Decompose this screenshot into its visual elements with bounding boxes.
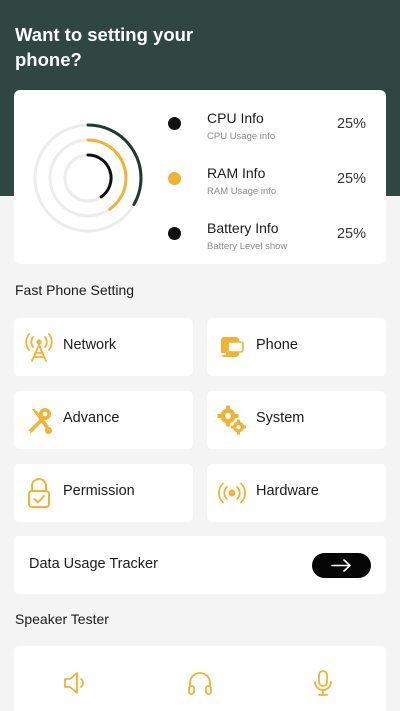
speaker-tester-card [14,646,386,711]
lock-check-icon [28,478,50,508]
tile-label: Hardware [256,483,319,499]
section-title-fast-setting: Fast Phone Setting [15,282,135,298]
broadcast-icon [217,482,247,504]
data-usage-tracker-row[interactable]: Data Usage Tracker [14,536,386,594]
tile-label: Phone [256,337,298,353]
tile-label: Permission [63,483,135,499]
tile-system[interactable]: System [207,391,386,449]
stat-subtitle: RAM Usage info [207,186,277,197]
section-title-speaker-tester: Speaker Tester [15,611,109,627]
stat-row-ram: RAM Info RAM Usage info 25% [164,163,380,203]
stat-percent: 25% [336,171,366,187]
headphones-icon[interactable] [185,668,215,698]
tracker-label: Data Usage Tracker [29,556,158,572]
cpu-dot-icon [168,117,181,130]
tile-phone[interactable]: Phone [207,318,386,376]
stat-title: RAM Info [207,165,266,181]
stat-title: CPU Info [207,110,264,126]
stat-percent: 25% [336,116,366,132]
phone-icon [221,337,244,357]
network-tower-icon [25,333,53,362]
stat-subtitle: Battery Level show [207,241,288,252]
usage-rings-chart [33,123,143,233]
tile-label: Advance [63,410,120,426]
tile-label: System [256,410,305,426]
stat-row-cpu: CPU Info CPU Usage info 25% [164,108,380,148]
stat-subtitle: CPU Usage info [207,131,276,142]
page-title: Want to setting your phone? [15,24,194,70]
tile-advance[interactable]: Advance [14,391,193,449]
tile-hardware[interactable]: Hardware [207,464,386,522]
tile-network[interactable]: Network [14,318,193,376]
tools-icon [27,408,52,434]
speaker-icon[interactable] [61,668,91,698]
ram-dot-icon [168,172,181,185]
tile-label: Network [63,337,117,353]
stat-row-battery: Battery Info Battery Level show 25% [164,218,380,258]
battery-dot-icon [168,227,181,240]
stat-title: Battery Info [207,220,279,236]
device-stats-card: CPU Info CPU Usage info 25% RAM Info RAM… [14,90,386,264]
gears-icon [217,405,246,435]
arrow-right-icon [331,559,351,572]
tracker-open-button[interactable] [312,553,371,578]
tile-permission[interactable]: Permission [14,464,193,522]
stat-percent: 25% [336,226,366,242]
microphone-icon[interactable] [308,668,338,698]
